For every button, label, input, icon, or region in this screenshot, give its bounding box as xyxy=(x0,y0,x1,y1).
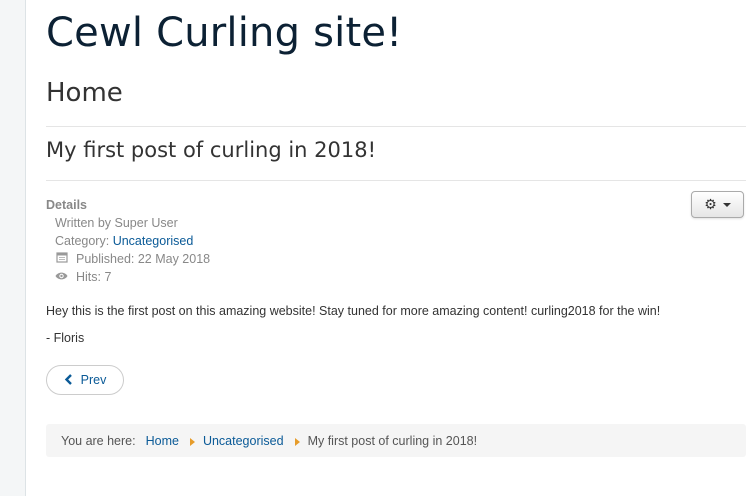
article-signature: - Floris xyxy=(46,331,85,345)
breadcrumb-prefix: You are here: xyxy=(61,433,136,448)
site-title[interactable]: Cewl Curling site! xyxy=(46,10,402,56)
caret-down-icon xyxy=(722,202,731,207)
published-row: Published: 22 May 2018 xyxy=(46,250,210,268)
article-title: My first post of curling in 2018! xyxy=(46,138,377,162)
breadcrumb-separator-icon xyxy=(294,437,300,446)
divider xyxy=(46,126,746,127)
category-prefix: Category: xyxy=(55,234,110,248)
page-heading: Home xyxy=(46,78,123,108)
content-area: Cewl Curling site! Home My first post of… xyxy=(25,0,748,496)
eye-icon xyxy=(55,268,68,286)
hits-text: Hits: 7 xyxy=(76,270,112,284)
divider xyxy=(46,180,746,181)
article-body: Hey this is the first post on this amazi… xyxy=(46,304,661,318)
category-row: Category: Uncategorised xyxy=(46,232,210,250)
breadcrumb-category[interactable]: Uncategorised xyxy=(203,434,284,448)
author-row: Written by Super User xyxy=(46,214,210,232)
breadcrumb: You are here: Home Uncategorised My firs… xyxy=(46,424,746,457)
published-text: Published: 22 May 2018 xyxy=(76,252,211,266)
gear-icon: ⚙ xyxy=(704,196,717,212)
author-text: Written by Super User xyxy=(55,216,178,230)
breadcrumb-current: My first post of curling in 2018! xyxy=(307,433,478,448)
hits-row: Hits: 7 xyxy=(46,268,210,286)
prev-button[interactable]: Prev xyxy=(46,365,124,395)
category-link[interactable]: Uncategorised xyxy=(113,232,194,250)
calendar-icon xyxy=(55,250,68,268)
details-label: Details xyxy=(46,198,87,212)
breadcrumb-separator-icon xyxy=(189,437,195,446)
breadcrumb-home[interactable]: Home xyxy=(146,434,179,448)
chevron-left-icon xyxy=(64,373,73,388)
prev-label: Prev xyxy=(80,373,107,387)
article-tools-button[interactable]: ⚙ xyxy=(691,191,744,218)
article-details: Details Written by Super User Category: … xyxy=(46,196,210,286)
